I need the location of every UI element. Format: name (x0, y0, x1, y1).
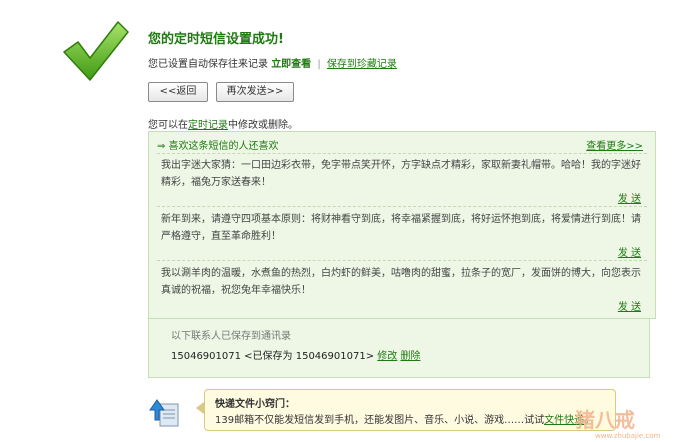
delete-contact-link[interactable]: 删除 (400, 351, 420, 362)
send-button-3[interactable]: 发 送 (618, 298, 641, 313)
divider (157, 260, 647, 261)
tip-box: 快递文件小窍门： 139邮箱不仅能发短信发到手机，还能发图片、音乐、小说、游戏…… (204, 389, 616, 431)
send-button-2[interactable]: 发 送 (618, 244, 641, 259)
edit-contact-link[interactable]: 修改 (377, 351, 397, 362)
suggestions-title: ⇒ 喜欢这条短信的人还喜欢 (157, 141, 279, 152)
tip-body: 139邮箱不仅能发短信发到手机，还能发图片、音乐、小说、游戏……试试 (215, 415, 545, 426)
save-to-favorites-link[interactable]: 保存到珍藏记录 (327, 59, 397, 70)
edit-hint: 您可以在定时记录中修改或删除。 (148, 116, 298, 131)
svg-text:www.zhubajie.com: www.zhubajie.com (595, 432, 661, 440)
scheduled-records-link[interactable]: 定时记录 (188, 120, 228, 131)
divider (157, 153, 647, 154)
edit-hint-prefix: 您可以在 (148, 120, 188, 131)
send-button-1[interactable]: 发 送 (618, 190, 641, 205)
suggestion-text-3: 我以涮羊肉的温暖，水煮鱼的热烈，白灼虾的鲜美，咕噜肉的甜蜜，拉条子的宽厂，发面饼… (161, 268, 641, 296)
svg-text:猪八戒: 猪八戒 (575, 408, 635, 432)
success-title: 您的定时短信设置成功! (148, 32, 284, 47)
view-more-link[interactable]: 查看更多>> (586, 137, 643, 152)
check-icon (63, 21, 129, 81)
edit-hint-suffix: 中修改或删除。 (228, 120, 298, 131)
contact-row: 15046901071 <已保存为 15046901071> 修改 删除 (171, 347, 420, 362)
suggestions-panel: ⇒ 喜欢这条短信的人还喜欢 查看更多>> 我出字迷大家猜：一口田边彩衣带，免字带… (148, 131, 656, 319)
auto-save-text: 您已设置自动保存往来记录 (148, 59, 268, 70)
suggestion-text-1: 我出字迷大家猜：一口田边彩衣带，免字带点笑开怀，方字缺点才精彩，家取新妻礼帽带。… (161, 160, 641, 188)
suggestions-header: ⇒ 喜欢这条短信的人还喜欢 查看更多>> (149, 132, 655, 154)
upload-document-icon (149, 399, 179, 427)
separator: | (317, 59, 321, 70)
tip-text: 139邮箱不仅能发短信发到手机，还能发图片、音乐、小说、游戏……试试文件快递。 (215, 411, 594, 426)
saved-contacts-box: 以下联系人已保存到通讯录 15046901071 <已保存为 150469010… (148, 318, 650, 378)
saved-contacts-title: 以下联系人已保存到通讯录 (171, 331, 291, 342)
back-button[interactable]: <<返回 (148, 82, 208, 102)
view-now-link[interactable]: 立即查看 (271, 59, 311, 70)
resend-button[interactable]: 再次发送>> (216, 82, 294, 102)
tip-pointer (196, 402, 204, 414)
watermark-logo: 猪八戒 www.zhubajie.com (575, 408, 661, 440)
auto-save-notice: 您已设置自动保存往来记录 立即查看 | 保存到珍藏记录 (148, 55, 397, 70)
tip-title: 快递文件小窍门： (215, 399, 295, 410)
suggestion-text-2: 新年到来，请遵守四项基本原则：将财神看守到底，将幸福紧握到底，将好运怀抱到底，将… (161, 214, 641, 242)
divider (157, 206, 647, 207)
contact-info: 15046901071 <已保存为 15046901071> (171, 351, 375, 362)
